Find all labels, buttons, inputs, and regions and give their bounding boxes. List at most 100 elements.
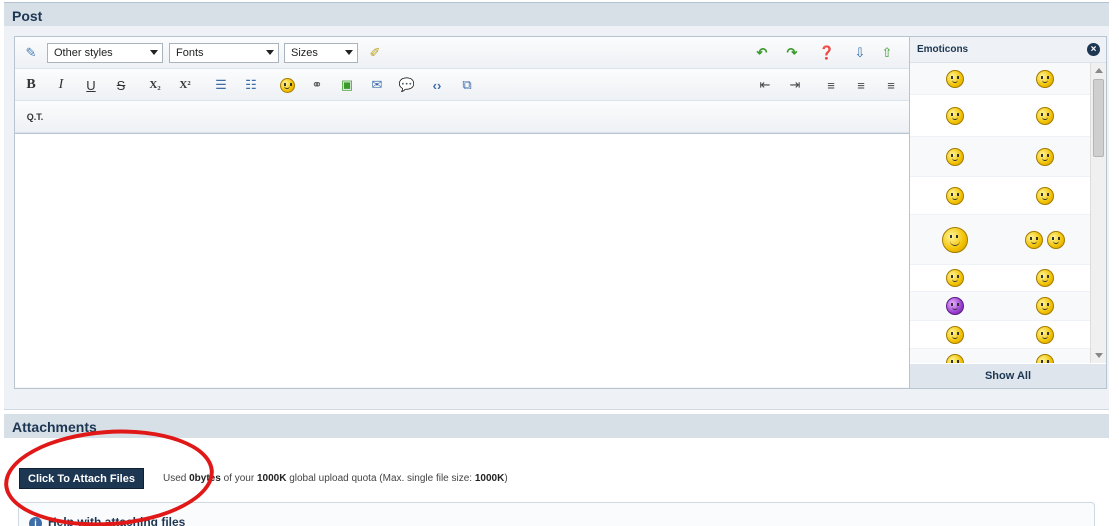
strikethrough-button[interactable]: S (111, 75, 131, 95)
smiley-icon (279, 77, 295, 93)
export-icon[interactable]: ⇧ (877, 43, 897, 63)
emoticon-row (910, 265, 1090, 292)
align-center-icon[interactable]: ≡ (851, 75, 871, 95)
emoticon[interactable] (910, 177, 1000, 214)
chevron-down-icon (266, 50, 274, 55)
emoticon[interactable] (1000, 215, 1090, 264)
smiley-icon (946, 186, 964, 205)
attachment-help-box[interactable]: i Help with attaching files (18, 502, 1095, 526)
scrollbar-thumb[interactable] (1093, 79, 1104, 157)
emoticons-title: Emoticons (917, 44, 969, 55)
media-icon[interactable]: ⧉ (457, 75, 477, 95)
toolbar-row-2: B I U S X₂ X² ☰ ☷ ⚭ ▣ ✉ 💬 ‹› ⧉ ⇤ ⇥ ≡ ≡ ≡ (15, 69, 909, 101)
quote-icon[interactable]: 💬 (397, 75, 417, 95)
italic-button[interactable]: I (51, 75, 71, 95)
outdent-icon[interactable]: ⇤ (755, 75, 775, 95)
bullet-list-icon[interactable]: ☰ (211, 75, 231, 95)
quota-max: 1000K (474, 473, 505, 484)
smiley-icon (1025, 230, 1043, 249)
underline-button[interactable]: U (81, 75, 101, 95)
style-select-value: Other styles (54, 47, 113, 59)
emoticon-row (910, 215, 1090, 265)
superscript-button[interactable]: X² (175, 75, 195, 95)
smiley-icon (946, 69, 964, 88)
smiley-icon (1036, 147, 1054, 166)
emoticon[interactable] (910, 321, 1000, 348)
smiley-icon (1036, 297, 1054, 315)
smiley-icon (1047, 230, 1065, 249)
help-icon[interactable]: ❓ (817, 43, 837, 63)
emoticon-row (910, 137, 1090, 177)
size-select-value: Sizes (291, 47, 318, 59)
emoticons-panel: Emoticons × Show All (909, 37, 1106, 388)
emoticon[interactable] (910, 63, 1000, 94)
image-icon[interactable]: ▣ (337, 75, 357, 95)
post-textarea[interactable] (15, 133, 909, 387)
emoticon[interactable] (1000, 95, 1090, 136)
emoticon[interactable] (910, 215, 1000, 264)
redo-icon[interactable]: ↷ (782, 43, 802, 63)
emoticon[interactable] (1000, 137, 1090, 176)
email-icon[interactable]: ✉ (367, 75, 387, 95)
emoticon[interactable] (910, 349, 1000, 363)
quota-prefix: Used (163, 473, 190, 484)
smiley-icon (1036, 106, 1054, 125)
smiley-icon (1036, 325, 1054, 344)
link-icon[interactable]: ⚭ (307, 75, 327, 95)
quota-used: 0bytes (189, 473, 221, 484)
smiley-icon (946, 353, 964, 363)
emoticon-row (910, 292, 1090, 321)
help-text: Help with attaching files (48, 515, 186, 526)
close-icon[interactable]: × (1087, 43, 1100, 56)
remove-format-icon[interactable]: ✎ (21, 43, 41, 63)
bold-button[interactable]: B (21, 75, 41, 95)
emoticon[interactable] (910, 137, 1000, 176)
emoticon[interactable] (1000, 265, 1090, 291)
smiley-icon (1036, 269, 1054, 287)
chevron-down-icon (345, 50, 353, 55)
emoticons-scrollbar[interactable] (1090, 63, 1106, 363)
emoticons-grid (910, 63, 1090, 363)
emoticon[interactable] (1000, 292, 1090, 320)
size-select[interactable]: Sizes (284, 43, 358, 63)
attach-files-button[interactable]: Click To Attach Files (19, 468, 144, 489)
indent-icon[interactable]: ⇥ (785, 75, 805, 95)
subscript-button[interactable]: X₂ (145, 75, 165, 95)
emoticon-icon[interactable] (277, 75, 297, 95)
emoticon[interactable] (1000, 63, 1090, 94)
qt-button[interactable]: Q.T. (21, 107, 49, 127)
toolbar-row-1: ✎ Other styles Fonts Sizes ✐ ↶ ↷ ❓ ⇩ ⇧ (15, 37, 909, 69)
emoticons-header: Emoticons × (910, 37, 1106, 63)
smiley-icon (1036, 353, 1054, 363)
font-select-value: Fonts (176, 47, 204, 59)
color-picker-icon[interactable]: ✐ (365, 43, 385, 63)
emoticon[interactable] (910, 292, 1000, 320)
import-icon[interactable]: ⇩ (850, 43, 870, 63)
upload-quota-text: Used 0bytes of your 1000K global upload … (163, 473, 508, 484)
align-right-icon[interactable]: ≡ (881, 75, 901, 95)
undo-icon[interactable]: ↶ (752, 43, 772, 63)
smiley-icon (942, 226, 968, 253)
style-select[interactable]: Other styles (47, 43, 163, 63)
emoticon[interactable] (1000, 177, 1090, 214)
attachments-section-header: Attachments (4, 414, 1109, 438)
align-left-icon[interactable]: ≡ (821, 75, 841, 95)
show-all-button[interactable]: Show All (910, 364, 1106, 388)
smiley-icon (946, 297, 964, 315)
emoticon-row (910, 177, 1090, 215)
attachments-title: Attachments (12, 419, 97, 435)
emoticon[interactable] (910, 95, 1000, 136)
font-select[interactable]: Fonts (169, 43, 279, 63)
emoticon[interactable] (1000, 321, 1090, 348)
scroll-up-icon[interactable] (1095, 68, 1103, 73)
info-icon: i (29, 517, 42, 526)
numbered-list-icon[interactable]: ☷ (241, 75, 261, 95)
emoticon[interactable] (1000, 349, 1090, 363)
smiley-icon (946, 325, 964, 344)
page: Post ✎ Other styles Fonts Sizes ✐ ↶ ↷ ❓ … (0, 0, 1119, 526)
emoticon[interactable] (910, 265, 1000, 291)
code-icon[interactable]: ‹› (427, 75, 447, 95)
scroll-down-icon[interactable] (1095, 353, 1103, 358)
smiley-icon (1036, 186, 1054, 205)
quota-mid2: global upload quota (Max. single file si… (286, 473, 475, 484)
